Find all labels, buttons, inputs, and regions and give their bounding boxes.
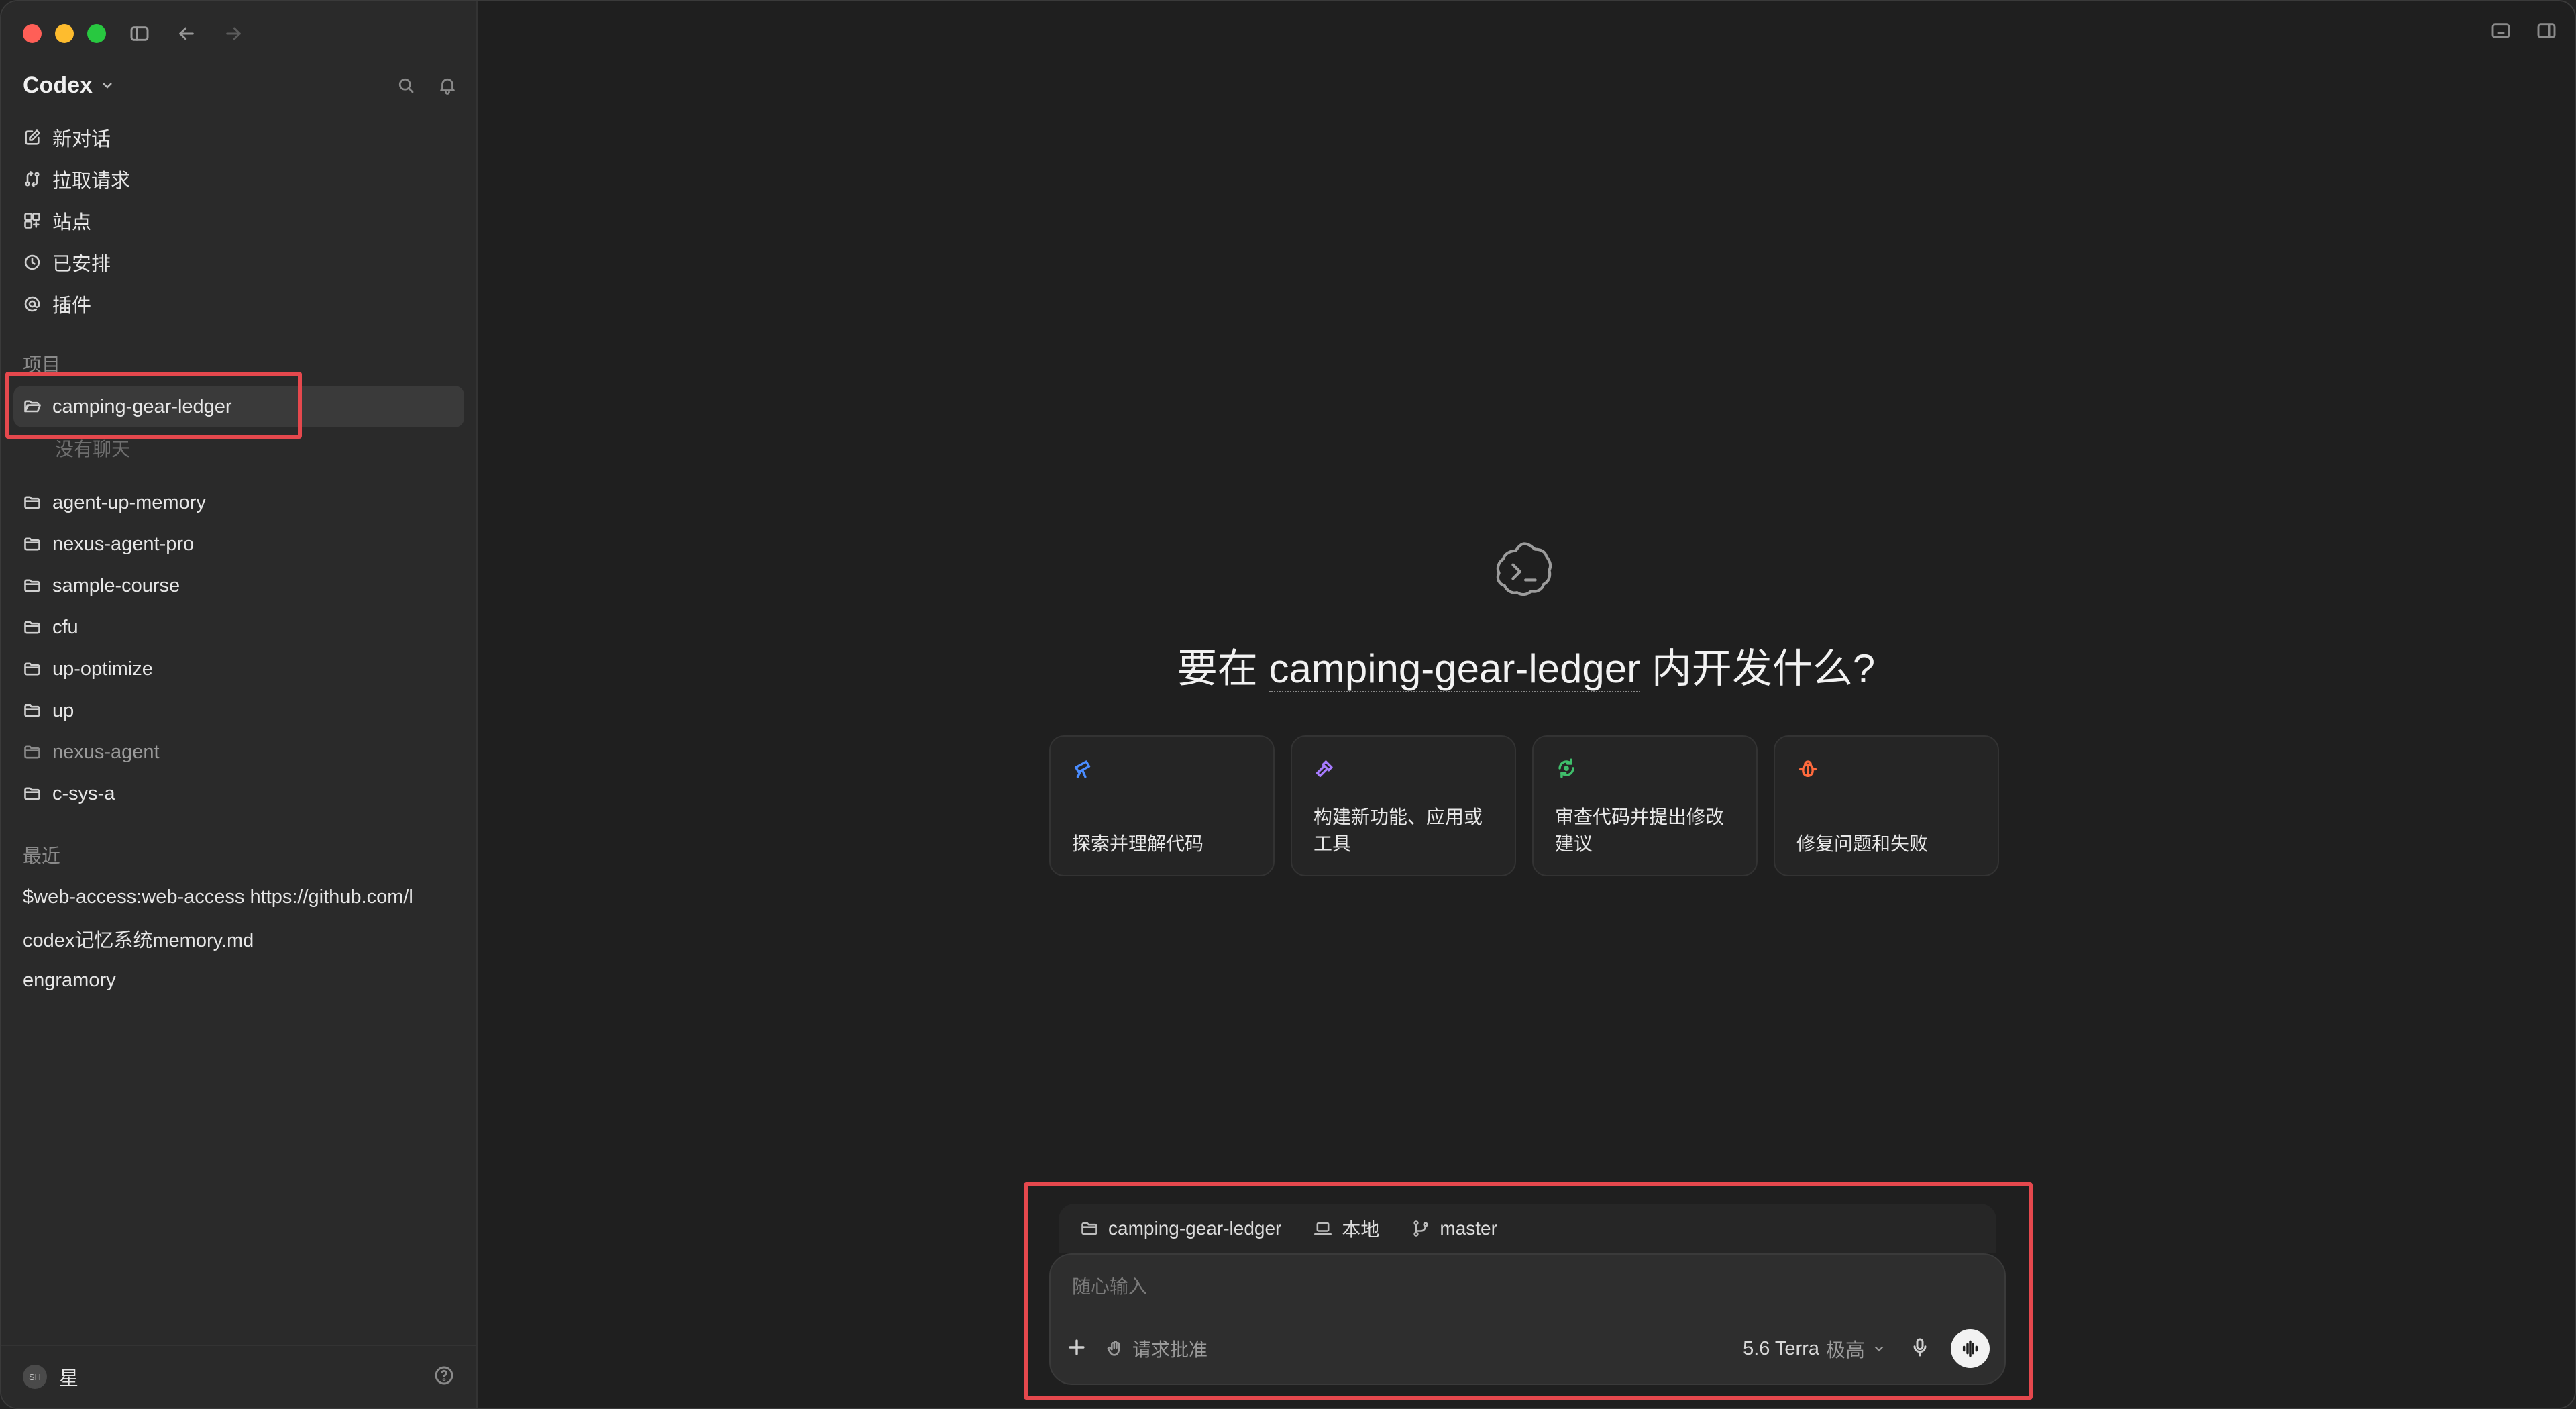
nav-label: 拉取请求	[52, 170, 131, 192]
workspace-switcher[interactable]: Codex	[23, 72, 115, 99]
folder-icon	[24, 787, 40, 800]
card-label: 审查代码并提出修改建议	[1555, 806, 1725, 854]
highlight-box	[1024, 1182, 2033, 1400]
chevron-down-icon	[103, 83, 112, 89]
project-item[interactable]: up	[13, 690, 464, 731]
project-label: cfu	[52, 616, 78, 638]
project-item[interactable]: agent-up-memory	[13, 482, 464, 523]
forward-arrow-icon[interactable]	[220, 20, 247, 47]
zoom-window-button[interactable]	[87, 24, 106, 43]
folder-icon	[24, 537, 40, 551]
user-name[interactable]: 星	[59, 1363, 78, 1391]
brand-row: Codex	[23, 67, 458, 103]
project-item[interactable]: nexus-agent	[13, 731, 464, 773]
headline-project-name[interactable]: camping-gear-ledger	[1269, 646, 1641, 692]
nav-plugins[interactable]: 插件	[13, 283, 464, 325]
recent-heading: 最近	[23, 845, 61, 866]
sidebar: Codex 新对话 拉取请求 站点 已安排 插件 项目 camping-gear…	[1, 1, 478, 1408]
nav-label: 已安排	[52, 254, 111, 275]
folder-icon	[24, 579, 40, 592]
recent-item[interactable]: engramory	[13, 959, 458, 1001]
project-item[interactable]: nexus-agent-pro	[13, 523, 464, 565]
nav-scheduled[interactable]: 已安排	[13, 242, 464, 283]
highlight-box	[5, 372, 302, 439]
right-panel-icon[interactable]	[2536, 20, 2557, 42]
project-label: sample-course	[52, 574, 180, 596]
project-label: up	[52, 699, 74, 721]
sidebar-footer: SH 星	[1, 1345, 476, 1408]
folder-icon	[24, 496, 40, 509]
headline-prefix: 要在	[1177, 646, 1269, 691]
hammer-icon	[1316, 760, 1333, 778]
telescope-icon	[1074, 760, 1091, 778]
sites-icon	[24, 213, 40, 229]
nav-new-chat[interactable]: 新对话	[13, 117, 464, 158]
close-window-button[interactable]	[23, 24, 42, 43]
project-label: nexus-agent	[52, 741, 160, 763]
back-arrow-icon[interactable]	[173, 20, 200, 47]
app-window: Codex 新对话 拉取请求 站点 已安排 插件 项目 camping-gear…	[0, 0, 2576, 1409]
minimize-window-button[interactable]	[55, 24, 74, 43]
card-label: 构建新功能、应用或工具	[1313, 806, 1483, 854]
project-item[interactable]: sample-course	[13, 565, 464, 607]
nav-label: 插件	[52, 295, 92, 317]
recent-list: $web-access:web-access https://github.co…	[13, 876, 458, 1001]
window-controls	[23, 24, 106, 43]
folder-icon	[24, 745, 40, 759]
suggestion-card-explore[interactable]: 探索并理解代码	[1049, 735, 1275, 876]
project-label: up-optimize	[52, 658, 153, 680]
brand-actions	[396, 75, 458, 95]
search-icon[interactable]	[396, 75, 416, 95]
nav-label: 新对话	[52, 129, 111, 150]
project-list-others: agent-up-memory nexus-agent-pro sample-c…	[13, 482, 464, 815]
app-name: Codex	[23, 72, 93, 98]
project-item[interactable]: c-sys-a	[13, 773, 464, 815]
project-label: nexus-agent-pro	[52, 533, 195, 555]
nav-label: 站点	[52, 212, 92, 233]
suggestion-cards: 探索并理解代码 构建新功能、应用或工具 审查代码并提出修改建议 修复问题和失败	[1049, 735, 1999, 876]
clock-icon	[24, 254, 40, 270]
terminal-panel-icon[interactable]	[2490, 20, 2512, 42]
nav-sites[interactable]: 站点	[13, 200, 464, 242]
headline-suffix: 内开发什么?	[1640, 646, 1876, 691]
folder-icon	[24, 704, 40, 717]
bell-icon[interactable]	[437, 75, 458, 95]
card-label: 探索并理解代码	[1072, 833, 1204, 854]
codex-logo-icon	[1489, 537, 1559, 607]
review-icon	[1558, 758, 1574, 778]
toolbar	[126, 20, 247, 47]
toggle-sidebar-icon[interactable]	[126, 20, 153, 47]
at-icon	[24, 296, 40, 312]
project-label: c-sys-a	[52, 782, 115, 804]
top-right-controls	[2490, 20, 2557, 42]
recent-item[interactable]: codex记忆系统memory.md	[13, 918, 458, 959]
page-title: 要在 camping-gear-ledger 内开发什么?	[478, 636, 2575, 694]
main-nav: 新对话 拉取请求 站点 已安排 插件	[13, 117, 464, 325]
suggestion-card-fix[interactable]: 修复问题和失败	[1774, 735, 1999, 876]
project-item[interactable]: cfu	[13, 607, 464, 648]
help-icon[interactable]	[433, 1365, 455, 1390]
bug-icon	[1799, 760, 1817, 778]
suggestion-card-build[interactable]: 构建新功能、应用或工具	[1291, 735, 1516, 876]
folder-icon	[24, 621, 40, 634]
pull-request-icon	[25, 171, 40, 187]
compose-icon	[25, 129, 40, 145]
suggestion-card-review[interactable]: 审查代码并提出修改建议	[1532, 735, 1758, 876]
nav-pull-requests[interactable]: 拉取请求	[13, 158, 464, 200]
project-item[interactable]: up-optimize	[13, 648, 464, 690]
project-label: agent-up-memory	[52, 491, 206, 513]
card-label: 修复问题和失败	[1796, 833, 1929, 854]
recent-item[interactable]: $web-access:web-access https://github.co…	[13, 876, 458, 918]
folder-icon	[24, 662, 40, 676]
avatar[interactable]: SH	[23, 1365, 47, 1389]
